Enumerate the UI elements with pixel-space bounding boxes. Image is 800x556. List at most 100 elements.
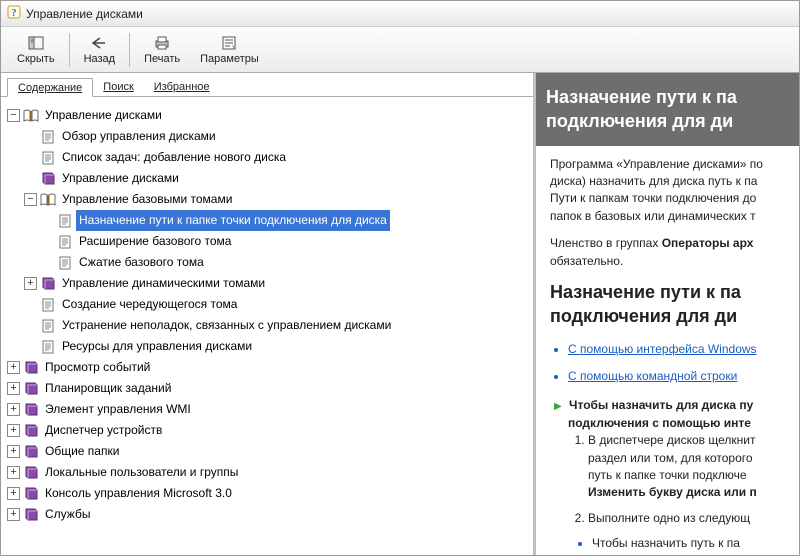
collapse-icon[interactable]: − [24,193,37,206]
tree-item[interactable]: Управление дисками [24,168,527,189]
expand-icon[interactable]: + [7,445,20,458]
sub-list: Чтобы назначить путь к па [574,535,799,552]
tree-label[interactable]: Планировщик заданий [42,378,174,399]
tree-item[interactable]: + Планировщик заданий [7,378,527,399]
tab-contents[interactable]: Содержание [7,78,93,97]
tree-item[interactable]: Создание чередующегося тома [24,294,527,315]
tree-item[interactable]: Ресурсы для управления дисками [24,336,527,357]
tree-label[interactable]: Просмотр событий [42,357,153,378]
tab-search[interactable]: Поиск [93,78,143,97]
procedure-heading: Чтобы назначить для диска пу подключения… [554,397,799,552]
book-closed-icon [23,423,39,438]
back-label: Назад [84,53,116,65]
content-pane: Назначение пути к па подключения для ди … [536,73,799,555]
tab-favorites[interactable]: Избранное [144,78,220,97]
tree-label[interactable]: Создание чередующегося тома [59,294,240,315]
tree-label[interactable]: Устранение неполадок, связанных с управл… [59,315,394,336]
document-icon [40,318,56,333]
tree-item[interactable]: − Управление дисками [7,105,527,126]
tree-label[interactable]: Управление базовыми томами [59,189,235,210]
tree-label[interactable]: Элемент управления WMI [42,399,194,420]
back-icon [90,34,108,52]
expand-icon[interactable]: + [7,403,20,416]
step-item: Выполните одно из следующ [588,510,799,527]
tab-row: Содержание Поиск Избранное [1,73,533,97]
tree-item[interactable]: − Управление базовыми томами [24,189,527,210]
document-icon [57,234,73,249]
tree-item[interactable]: + Элемент управления WMI [7,399,527,420]
book-closed-icon [23,507,39,522]
print-label: Печать [144,53,180,65]
titlebar: ? Управление дисками [1,1,799,27]
tree-item[interactable]: + Локальные пользователи и группы [7,462,527,483]
tree-item[interactable]: + Управление динамическими томами [24,273,527,294]
paragraph: Программа «Управление дисками» по диска)… [550,156,799,226]
book-closed-icon [40,171,56,186]
sub-item: Чтобы назначить путь к па [592,535,799,552]
tree-label[interactable]: Расширение базового тома [76,231,234,252]
tree-item[interactable]: Список задач: добавление нового диска [24,147,527,168]
tree-label[interactable]: Обзор управления дисками [59,126,219,147]
tree-item[interactable]: Назначение пути к папке точки подключени… [41,210,527,231]
expand-icon[interactable]: + [7,508,20,521]
step-item: В диспетчере дисков щелкнит раздел или т… [588,432,799,502]
steps-list: В диспетчере дисков щелкнит раздел или т… [554,432,799,527]
book-closed-icon [23,444,39,459]
hide-button[interactable]: Скрыть [7,32,65,67]
tree-label[interactable]: Службы [42,504,93,525]
tree-label[interactable]: Управление динамическими томами [59,273,268,294]
book-closed-icon [40,276,56,291]
tree-item[interactable]: + Консоль управления Microsoft 3.0 [7,483,527,504]
document-icon [40,297,56,312]
separator [69,33,70,67]
tree-label[interactable]: Управление дисками [59,168,182,189]
heading-text: Назначение пути к па [546,87,737,107]
tree-label[interactable]: Ресурсы для управления дисками [59,336,255,357]
tree-item[interactable]: Обзор управления дисками [24,126,527,147]
help-icon: ? [7,5,21,22]
tree-label[interactable]: Управление дисками [42,105,165,126]
collapse-icon[interactable]: − [7,109,20,122]
book-closed-icon [23,465,39,480]
document-icon [57,213,73,228]
tree-label[interactable]: Сжатие базового тома [76,252,207,273]
back-button[interactable]: Назад [74,32,126,67]
options-button[interactable]: Параметры [190,32,269,67]
link-command-line[interactable]: С помощью командной строки [568,369,737,383]
expand-icon[interactable]: + [7,466,20,479]
hide-label: Скрыть [17,53,55,65]
tree-label-selected[interactable]: Назначение пути к папке точки подключени… [76,210,390,231]
book-open-icon [40,192,56,207]
tree-item[interactable]: Расширение базового тома [41,231,527,252]
tree-item[interactable]: Устранение неполадок, связанных с управл… [24,315,527,336]
window-title: Управление дисками [26,7,143,21]
link-windows-ui[interactable]: С помощью интерфейса Windows [568,342,757,356]
book-closed-icon [23,402,39,417]
expand-icon[interactable]: + [7,487,20,500]
link-list: С помощью интерфейса Windows С помощью к… [550,341,799,386]
tree-label[interactable]: Локальные пользователи и группы [42,462,241,483]
content-body: Программа «Управление дисками» по диска)… [550,156,799,553]
tree-label[interactable]: Общие папки [42,441,122,462]
book-open-icon [23,108,39,123]
tree-label[interactable]: Список задач: добавление нового диска [59,147,289,168]
print-button[interactable]: Печать [134,32,190,67]
svg-text:?: ? [12,8,17,19]
tree-item[interactable]: Сжатие базового тома [41,252,527,273]
document-icon [40,339,56,354]
tree-item[interactable]: + Просмотр событий [7,357,527,378]
tree-item[interactable]: + Диспетчер устройств [7,420,527,441]
expand-icon[interactable]: + [7,424,20,437]
subheading: Назначение пути к па подключения для ди [550,280,799,329]
toolbar: Скрыть Назад Печать Параметры [1,27,799,73]
expand-icon[interactable]: + [24,277,37,290]
document-icon [40,129,56,144]
tree-label[interactable]: Консоль управления Microsoft 3.0 [42,483,235,504]
tree-item[interactable]: + Службы [7,504,527,525]
tree-item[interactable]: + Общие папки [7,441,527,462]
expand-icon[interactable]: + [7,382,20,395]
separator [129,33,130,67]
tree-label[interactable]: Диспетчер устройств [42,420,165,441]
heading-text: подключения для ди [546,111,733,131]
expand-icon[interactable]: + [7,361,20,374]
